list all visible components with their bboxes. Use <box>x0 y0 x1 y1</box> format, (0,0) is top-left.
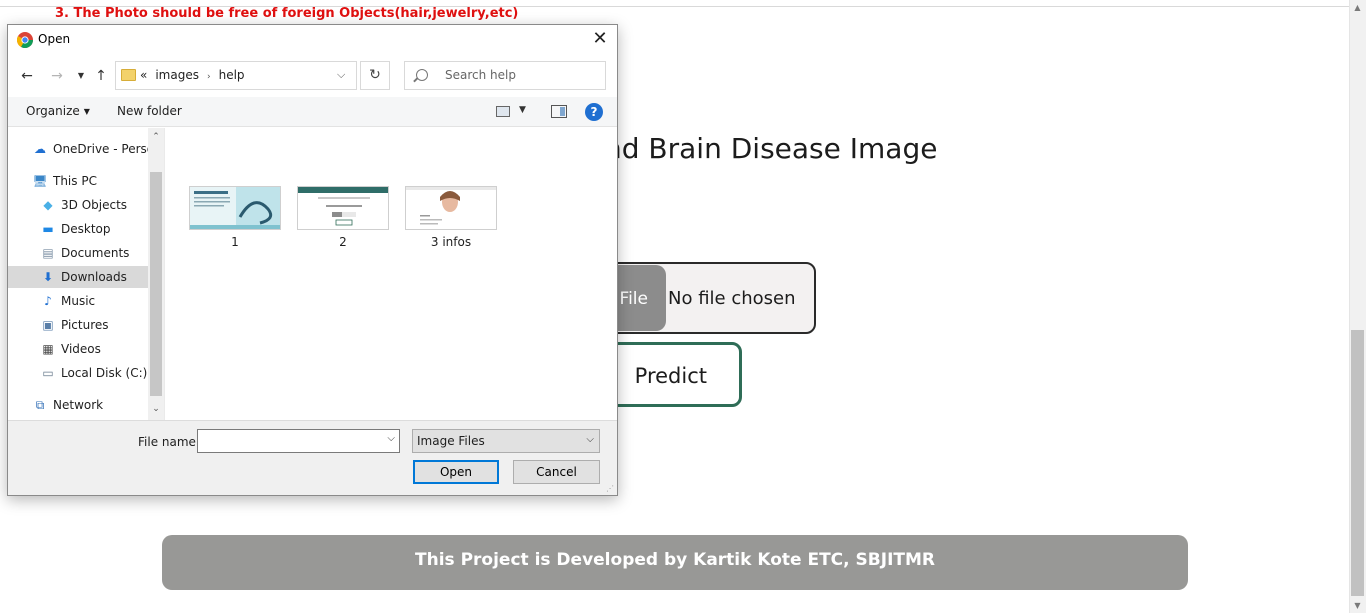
breadcrumb-overflow-icon[interactable]: « <box>140 68 147 82</box>
navigation-pane: ☁ OneDrive - Person 🖥 This PC ◆ 3D Objec… <box>8 128 164 420</box>
cube-icon: ◆ <box>43 198 53 212</box>
organize-chevron-icon: ▼ <box>83 107 90 116</box>
tree-item-label: Downloads <box>61 270 127 284</box>
folder-icon <box>121 69 136 81</box>
forward-arrow-icon[interactable]: → <box>48 67 66 85</box>
tree-scroll-up-icon[interactable]: ⌃ <box>150 132 162 142</box>
resize-grip-icon[interactable]: ⋰ <box>606 484 614 493</box>
tree-item-onedrive[interactable]: ☁ OneDrive - Person <box>8 138 148 160</box>
computer-icon: 🖥 <box>32 174 48 188</box>
tree-item-label: Music <box>61 294 96 308</box>
organize-button[interactable]: Organize ▼ <box>26 104 90 118</box>
breadcrumb-help[interactable]: help <box>219 68 245 82</box>
open-file-dialog: Open ✕ ← → ▼ ↑ « images › help ⌵ ↻ Search h… <box>7 24 618 496</box>
breadcrumb-separator-icon: › <box>206 72 211 82</box>
tree-item-music[interactable]: ♪ Music <box>8 290 148 312</box>
thumbnail-image <box>406 187 496 229</box>
dialog-toolbar: Organize ▼ New folder ▼ ? <box>8 97 617 127</box>
thumbnail-image <box>190 187 280 229</box>
file-type-select[interactable]: Image Files ⌵ <box>412 429 600 453</box>
tree-item-pictures[interactable]: ▣ Pictures <box>8 314 148 336</box>
tree-scrollbar-thumb[interactable] <box>150 172 162 396</box>
file-thumbnail-1[interactable] <box>189 186 281 230</box>
tree-item-documents[interactable]: ▤ Documents <box>8 242 148 264</box>
file-name-label: File name: <box>138 435 200 449</box>
search-input[interactable]: Search help <box>404 61 606 90</box>
tree-scroll-down-icon[interactable]: ⌄ <box>150 404 162 414</box>
video-icon: ▦ <box>42 342 54 356</box>
photo-instruction-notice: 3. The Photo should be free of foreign O… <box>55 6 519 21</box>
breadcrumb-images[interactable]: images <box>155 68 199 82</box>
cloud-icon: ☁ <box>34 142 46 156</box>
tree-item-videos[interactable]: ▦ Videos <box>8 338 148 360</box>
tree-item-desktop[interactable]: ▬ Desktop <box>8 218 148 240</box>
file-name-input[interactable]: ⌵ <box>197 429 400 453</box>
search-placeholder: Search help <box>445 68 516 82</box>
back-arrow-icon[interactable]: ← <box>18 67 36 85</box>
tree-item-label: Local Disk (C:) <box>61 366 148 380</box>
file-thumbnail-3[interactable] <box>405 186 497 230</box>
dialog-footer: File name: ⌵ Image Files ⌵ Open Cancel ⋰ <box>8 420 617 495</box>
tree-item-downloads[interactable]: ⬇ Downloads <box>8 266 148 288</box>
footer-credit: This Project is Developed by Kartik Kote… <box>162 535 1188 590</box>
thumbnail-image <box>298 187 388 229</box>
tree-item-network[interactable]: ⧉ Network <box>8 394 148 416</box>
dialog-title: Open <box>38 32 71 46</box>
navigation-bar: ← → ▼ ↑ « images › help ⌵ ↻ Search help <box>8 57 617 95</box>
download-icon: ⬇ <box>42 270 54 284</box>
music-icon: ♪ <box>44 294 52 308</box>
close-icon[interactable]: ✕ <box>588 28 612 52</box>
disk-icon: ▭ <box>42 366 54 380</box>
address-bar[interactable]: « images › help ⌵ <box>115 61 357 90</box>
breadcrumb: « images › help <box>140 68 253 82</box>
file-list: 1 2 3 infos <box>164 128 617 420</box>
scroll-up-icon[interactable]: ▲ <box>1352 2 1363 13</box>
file-thumbnail-2[interactable] <box>297 186 389 230</box>
tree-item-label: Desktop <box>61 222 111 236</box>
open-button[interactable]: Open <box>413 460 499 484</box>
help-icon[interactable]: ? <box>585 103 603 121</box>
recent-locations-chevron-icon[interactable]: ▼ <box>72 67 90 85</box>
tree-item-label: Network <box>53 398 104 412</box>
tree-item-label: Pictures <box>61 318 109 332</box>
page-title: nd Brain Disease Image <box>604 132 938 165</box>
tree-item-label: 3D Objects <box>61 198 128 212</box>
cancel-button[interactable]: Cancel <box>513 460 600 484</box>
tree-item-label: OneDrive - Person <box>53 142 148 156</box>
tree-item-label: Documents <box>61 246 130 260</box>
scroll-down-icon[interactable]: ▼ <box>1352 600 1363 611</box>
tree-item-local-disk[interactable]: ▭ Local Disk (C:) <box>8 362 148 384</box>
document-icon: ▤ <box>42 246 54 260</box>
page-scrollbar-thumb[interactable] <box>1351 330 1364 596</box>
refresh-icon[interactable]: ↻ <box>360 61 390 90</box>
preview-pane-icon[interactable] <box>551 105 567 118</box>
pictures-icon: ▣ <box>42 318 54 332</box>
tree-item-3d-objects[interactable]: ◆ 3D Objects <box>8 194 148 216</box>
network-icon: ⧉ <box>35 398 45 412</box>
new-folder-button[interactable]: New folder <box>117 104 182 118</box>
view-options-chevron-icon[interactable]: ▼ <box>519 105 526 115</box>
file-status-text: No file chosen <box>668 288 796 309</box>
tree-item-label: This PC <box>53 174 97 188</box>
file-label-1[interactable]: 1 <box>189 235 281 249</box>
search-icon <box>416 69 428 81</box>
change-view-icon[interactable] <box>496 106 510 117</box>
tree-item-this-pc[interactable]: 🖥 This PC <box>8 170 148 192</box>
up-arrow-icon[interactable]: ↑ <box>92 67 110 85</box>
file-type-dropdown-icon: ⌵ <box>586 434 594 445</box>
chrome-icon <box>17 32 33 48</box>
organize-label: Organize <box>26 104 80 118</box>
tree-item-label: Videos <box>61 342 101 356</box>
dialog-titlebar: Open ✕ <box>8 25 617 55</box>
file-name-dropdown-icon[interactable]: ⌵ <box>387 433 395 444</box>
file-label-3[interactable]: 3 infos <box>405 235 497 249</box>
address-dropdown-icon[interactable]: ⌵ <box>337 68 345 82</box>
desktop-icon: ▬ <box>42 222 54 236</box>
file-type-value: Image Files <box>417 434 485 448</box>
file-label-2[interactable]: 2 <box>297 235 389 249</box>
